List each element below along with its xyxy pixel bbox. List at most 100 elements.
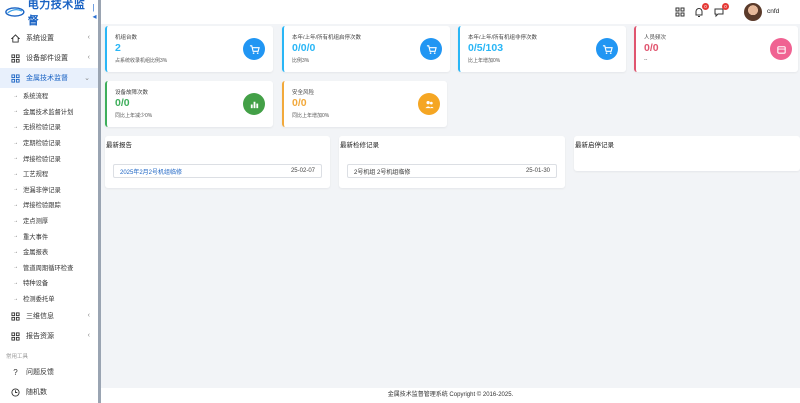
- submenu-label: 系统流程: [23, 93, 49, 101]
- collapse-sidebar-icon[interactable]: |◂: [93, 3, 98, 21]
- arrow-right-icon: →: [13, 279, 18, 286]
- item-date: 25-01-30: [525, 168, 550, 174]
- stat-sub: 比例3%: [292, 58, 310, 64]
- stat-card-unit-count: 机组台数 2 占系统收录机组比例3%: [105, 26, 273, 72]
- arrow-right-icon: →: [13, 264, 18, 271]
- panel-latest-start-stop: 最新启停记录: [574, 136, 800, 171]
- item-date: 25-02-07: [290, 168, 315, 174]
- sidebar-item-metal-supervision[interactable]: 金属技术监督 ⌄: [0, 68, 98, 88]
- report-link[interactable]: 2025年2月2号机组临修: [120, 167, 182, 176]
- stat-card-safety-risk: 安全风险 0/0 同比上年增加0%: [282, 81, 447, 127]
- submenu-label: 检测委托单: [23, 296, 55, 304]
- submenu-item[interactable]: → 工艺规程: [0, 166, 98, 182]
- avatar[interactable]: [744, 3, 762, 21]
- stat-card-personnel: 人员频次 0/0 --: [634, 26, 798, 72]
- arrow-right-icon: →: [13, 123, 18, 130]
- chevron-left-icon: ‹: [87, 34, 90, 41]
- submenu-label: 泄漏非停记录: [23, 186, 61, 194]
- grid-icon: [11, 332, 20, 341]
- messages-button[interactable]: 0: [713, 3, 729, 18]
- submenu-label: 金属技术监督计划: [23, 108, 74, 116]
- stat-value: 2: [115, 42, 121, 54]
- submenu-item[interactable]: → 焊接检验跟踪: [0, 197, 98, 213]
- submenu-label: 管道周期循环检查: [23, 264, 74, 272]
- home-icon: [11, 33, 20, 43]
- list-item[interactable]: 2号机组 2号机组临修 25-01-30: [347, 164, 557, 178]
- sidebar-item-label: 设备部件设置: [26, 55, 68, 62]
- arrow-right-icon: →: [13, 170, 18, 177]
- bar-chart-icon: [243, 93, 265, 115]
- submenu-item[interactable]: → 系统流程: [0, 88, 98, 104]
- arrow-right-icon: →: [13, 233, 18, 240]
- chevron-left-icon: ‹: [87, 312, 90, 320]
- stat-label: 本年/上年/所有机组非停次数: [468, 35, 538, 41]
- section-label-tools: 常用工具: [6, 354, 29, 361]
- stat-value: 0/0: [644, 42, 659, 54]
- app-title: 电力技术监督: [27, 0, 86, 27]
- submenu-item[interactable]: → 无损检验记录: [0, 119, 98, 135]
- submenu-item[interactable]: → 金属技术监督计划: [0, 104, 98, 120]
- stat-sub: 同比上年增加0%: [292, 113, 330, 119]
- stat-label: 安全风险: [292, 90, 315, 96]
- submenu-item[interactable]: → 定点测厚: [0, 213, 98, 229]
- sidebar-item-3d-info[interactable]: 三维信息 ‹: [0, 306, 98, 326]
- submenu-item[interactable]: → 管道周期循环检查: [0, 260, 98, 276]
- sidebar-item-report-resources[interactable]: 报告资源 ‹: [0, 326, 98, 346]
- submenu-label: 无损检验记录: [23, 124, 61, 132]
- stat-value: 0/0: [292, 97, 307, 109]
- submenu-item[interactable]: → 泄漏非停记录: [0, 182, 98, 198]
- arrow-right-icon: →: [13, 108, 18, 115]
- cart-icon: [420, 38, 442, 60]
- chevron-down-icon: ⌄: [84, 75, 90, 82]
- users-icon: [418, 93, 440, 115]
- submenu-item[interactable]: → 金属报表: [0, 244, 98, 260]
- notification-button[interactable]: 0: [693, 3, 709, 18]
- messages-badge: 0: [722, 3, 729, 10]
- submenu-item[interactable]: → 重大事件: [0, 228, 98, 244]
- submenu-item[interactable]: → 焊接检验记录: [0, 150, 98, 166]
- sidebar-item-label: 金属技术监督: [26, 75, 68, 82]
- stat-card-equipment-failure: 设备故障次数 0/0 同比上年减少0%: [105, 81, 273, 127]
- sidebar-item-random[interactable]: 随机数: [0, 382, 98, 402]
- submenu-item[interactable]: → 检测委托单: [0, 291, 98, 307]
- grid-icon: [11, 53, 20, 63]
- username[interactable]: cnfd: [767, 8, 779, 15]
- cart-icon: [596, 38, 618, 60]
- question-icon: ?: [13, 367, 18, 377]
- sidebar-item-label: 问题反馈: [26, 369, 54, 377]
- stat-label: 人员频次: [644, 35, 667, 41]
- arrow-right-icon: →: [13, 139, 18, 146]
- calendar-icon: [770, 38, 792, 60]
- arrow-right-icon: →: [13, 217, 18, 224]
- apps-grid-icon[interactable]: [674, 6, 686, 18]
- submenu-label: 定点测厚: [23, 218, 49, 226]
- panel-latest-reports: 最新报告 2025年2月2号机组临修 25-02-07: [105, 136, 330, 188]
- logo-icon: [5, 7, 25, 17]
- top-header: 0 0 cnfd: [101, 0, 800, 24]
- panel-title: 最新报告: [106, 142, 132, 149]
- sidebar-item-feedback[interactable]: ? 问题反馈: [0, 362, 98, 382]
- stat-label: 设备故障次数: [115, 90, 149, 96]
- stat-label: 本年/上年/所有机组启停次数: [292, 35, 362, 41]
- chevron-left-icon: ‹: [87, 332, 90, 340]
- arrow-right-icon: →: [13, 92, 18, 99]
- panel-title: 最新启停记录: [575, 142, 614, 149]
- stat-card-non-stop: 本年/上年/所有机组非停次数 0/5/103 比上年增加0%: [458, 26, 626, 72]
- submenu-item[interactable]: → 定期检验记录: [0, 135, 98, 151]
- sidebar-item-label: 系统设置: [26, 35, 54, 42]
- submenu-label: 焊接检验跟踪: [23, 202, 61, 210]
- submenu-item[interactable]: → 特种设备: [0, 275, 98, 291]
- stat-sub: 占系统收录机组比例3%: [115, 58, 168, 64]
- clock-icon: [11, 388, 20, 397]
- sidebar-item-device-settings[interactable]: 设备部件设置 ‹: [0, 48, 98, 68]
- panel-latest-maintenance: 最新检修记录 2号机组 2号机组临修 25-01-30: [339, 136, 565, 188]
- sidebar-item-label: 随机数: [26, 389, 47, 397]
- sidebar-item-system-settings[interactable]: 系统设置 ‹: [0, 28, 98, 48]
- maintenance-item-text: 2号机组 2号机组临修: [354, 169, 411, 176]
- submenu-label: 焊接检验记录: [23, 155, 61, 163]
- arrow-right-icon: →: [13, 248, 18, 255]
- list-item[interactable]: 2025年2月2号机组临修 25-02-07: [113, 164, 322, 178]
- stat-value: 0/0: [115, 97, 130, 109]
- submenu-label: 定期检验记录: [23, 140, 61, 148]
- stat-sub: 同比上年减少0%: [115, 113, 153, 119]
